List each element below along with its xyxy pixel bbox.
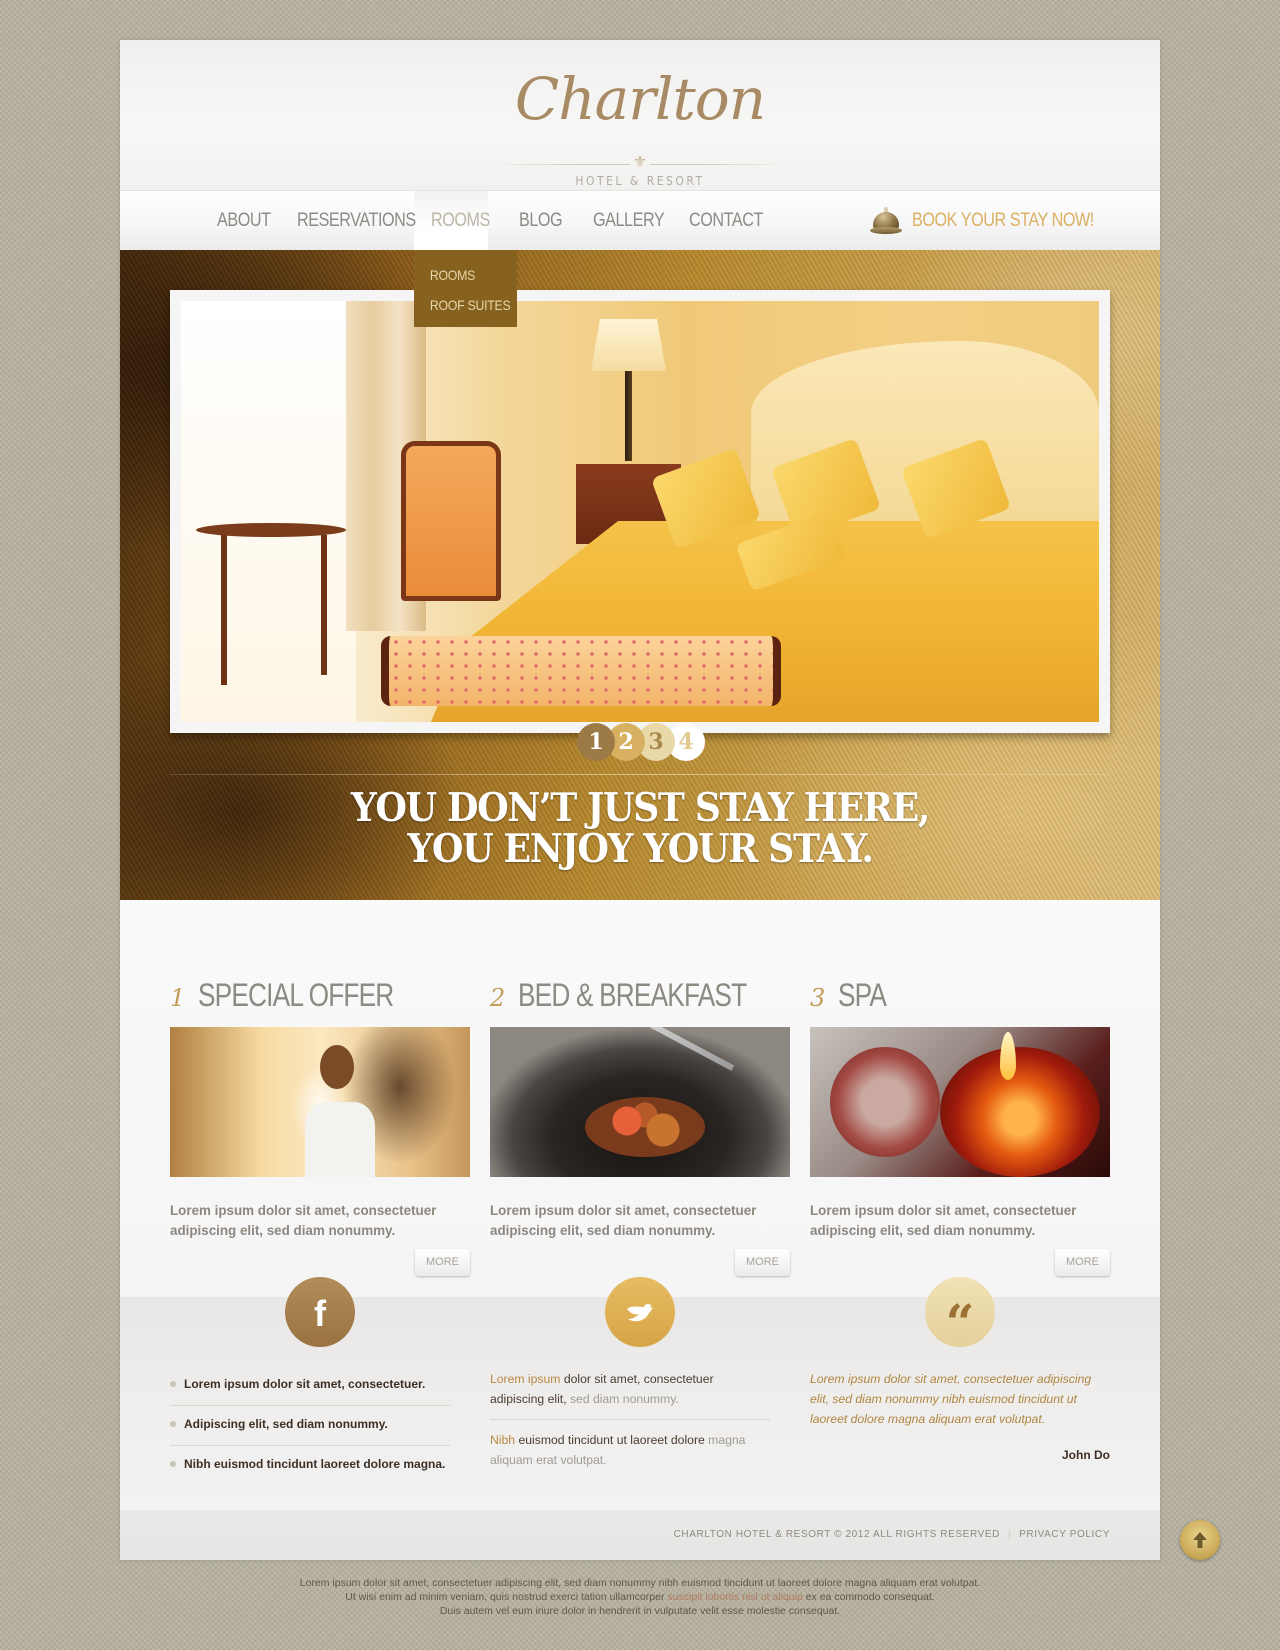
twitter-feed: Lorem ipsum dolor sit amet, consectetuer… <box>490 1369 770 1480</box>
feature-image-candles <box>810 1027 1110 1177</box>
feature-image-food <box>490 1027 790 1177</box>
testimonial-text: Lorem ipsum dolor sit amet, consectetuer… <box>810 1372 1092 1426</box>
feature-number: 3 <box>810 984 826 1012</box>
feature-text: Lorem ipsum dolor sit amet, consectetuer… <box>810 1203 1077 1238</box>
list-item: Lorem ipsum dolor sit amet, consectetuer… <box>170 1366 450 1406</box>
more-button[interactable]: MORE <box>1055 1249 1110 1276</box>
twitter-bird-icon[interactable] <box>605 1277 675 1347</box>
header: Charlton ⚜ HOTEL & RESORT <box>120 40 1160 190</box>
page-container: Charlton ⚜ HOTEL & RESORT ABOUT RESERVAT… <box>120 40 1160 1560</box>
feature-image-couple <box>170 1027 470 1177</box>
arrow-up-icon <box>1193 1532 1207 1548</box>
slide-dot-1[interactable]: 1 <box>577 723 615 761</box>
bullet-icon <box>170 1461 176 1467</box>
bottom-disclaimer: Lorem ipsum dolor sit amet, consectetuer… <box>299 1577 981 1617</box>
more-button[interactable]: MORE <box>415 1249 470 1276</box>
nav-item-rooms[interactable]: ROOMS <box>431 191 490 251</box>
bottom-link[interactable]: suscipit lobortis nisl ut aliquip <box>667 1591 802 1603</box>
hero-tagline: YOU DON’T JUST STAY HERE, YOU ENJOY YOUR… <box>120 788 1160 870</box>
bullet-icon <box>170 1381 176 1387</box>
feature-number: 1 <box>170 984 186 1012</box>
more-button[interactable]: MORE <box>735 1249 790 1276</box>
social-section: f Lorem ipsum dolor sit amet, consectetu… <box>120 1277 1160 1510</box>
footer: CHARLTON HOTEL & RESORT © 2012 ALL RIGHT… <box>120 1510 1160 1560</box>
facebook-icon[interactable]: f <box>285 1277 355 1347</box>
tagline-line-1: YOU DON’T JUST STAY HERE, <box>350 785 931 831</box>
logo-subtitle: HOTEL & RESORT <box>575 174 705 188</box>
slider-pagination: 1 2 3 4 <box>120 723 1160 763</box>
features-section: 1 SPECIAL OFFER Lorem ipsum dolor sit am… <box>120 900 1160 1337</box>
logo-script: Charlton <box>514 65 766 133</box>
nav-item-contact[interactable]: CONTACT <box>689 191 763 251</box>
feature-text: Lorem ipsum dolor sit amet, consectetuer… <box>170 1203 437 1238</box>
slider-frame <box>170 290 1110 733</box>
tweet: Lorem ipsum dolor sit amet, consectetuer… <box>490 1372 714 1406</box>
nav-item-blog[interactable]: BLOG <box>519 191 563 251</box>
copyright: CHARLTON HOTEL & RESORT © 2012 ALL RIGHT… <box>673 1529 1000 1540</box>
list-item: Adipiscing elit, sed diam nonummy. <box>170 1406 450 1446</box>
hero-banner: 1 2 3 4 YOU DON’T JUST STAY HERE, YOU EN… <box>120 250 1160 900</box>
dropdown-item-rooms[interactable]: ROOMS <box>414 260 505 290</box>
logo[interactable]: Charlton ⚜ HOTEL & RESORT <box>490 60 790 190</box>
service-bell-icon <box>870 206 902 236</box>
hero-divider <box>170 774 1110 775</box>
rooms-dropdown-menu: ROOMS ROOF SUITES <box>414 250 517 327</box>
book-your-stay-link[interactable]: BOOK YOUR STAY NOW! <box>870 203 1126 239</box>
testimonial-author: John Do <box>1062 1448 1110 1462</box>
feature-title: SPA <box>838 977 887 1013</box>
facebook-posts: Lorem ipsum dolor sit amet, consectetuer… <box>170 1366 450 1486</box>
slide-image-hotel-room <box>181 301 1099 722</box>
quote-icon: “ <box>925 1277 995 1348</box>
fleur-de-lis-icon: ⚜ <box>630 153 650 173</box>
nav-item-reservations[interactable]: RESERVATIONS <box>297 191 416 251</box>
feature-text: Lorem ipsum dolor sit amet, consectetuer… <box>490 1203 757 1238</box>
feature-number: 2 <box>490 984 506 1012</box>
back-to-top-button[interactable] <box>1180 1520 1220 1560</box>
bullet-icon <box>170 1421 176 1427</box>
nav-item-gallery[interactable]: GALLERY <box>593 191 665 251</box>
main-nav: ABOUT RESERVATIONS ROOMS BLOG GALLERY CO… <box>120 190 1160 251</box>
tagline-line-2: YOU ENJOY YOUR STAY. <box>407 826 874 872</box>
list-item: Nibh euismod tincidunt laoreet dolore ma… <box>170 1446 450 1486</box>
dropdown-item-roof-suites[interactable]: ROOF SUITES <box>414 290 511 320</box>
book-your-stay-label: BOOK YOUR STAY NOW! <box>912 210 1094 231</box>
nav-item-about[interactable]: ABOUT <box>217 191 271 251</box>
feature-title: SPECIAL OFFER <box>198 977 394 1013</box>
feature-title: BED & BREAKFAST <box>518 977 747 1013</box>
privacy-policy-link[interactable]: PRIVACY POLICY <box>1019 1529 1110 1540</box>
tweet: Nibh euismod tincidunt ut laoreet dolore… <box>490 1419 770 1480</box>
footer-separator: | <box>1007 1529 1012 1540</box>
